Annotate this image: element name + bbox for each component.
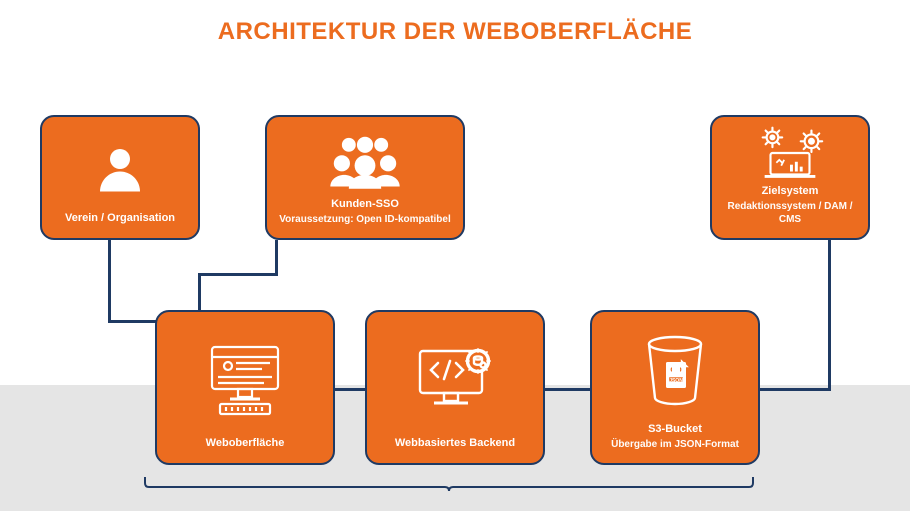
card-sublabel: Voraussetzung: Open ID-kompatibel bbox=[279, 214, 451, 227]
connector bbox=[828, 240, 831, 390]
connector bbox=[540, 388, 595, 391]
grouping-brace bbox=[140, 475, 770, 495]
card-bucket: JSON S3-Bucket Übergabe im JSON-Format bbox=[590, 310, 760, 465]
card-label: Zielsystem bbox=[762, 185, 819, 199]
card-label: Weboberfläche bbox=[206, 437, 285, 451]
card-sso: Kunden-SSO Voraussetzung: Open ID-kompat… bbox=[265, 115, 465, 240]
card-organisation: Verein / Organisation bbox=[40, 115, 200, 240]
gears-laptop-icon bbox=[724, 123, 856, 183]
card-web-ui: Weboberfläche bbox=[155, 310, 335, 465]
desktop-ui-icon bbox=[169, 322, 321, 435]
connector bbox=[108, 240, 111, 320]
code-monitor-icon bbox=[379, 322, 531, 435]
card-label: Verein / Organisation bbox=[65, 212, 175, 226]
svg-text:JSON: JSON bbox=[669, 378, 683, 384]
card-target-system: Zielsystem Redaktionssystem / DAM / CMS bbox=[710, 115, 870, 240]
card-label: S3-Bucket bbox=[648, 423, 702, 437]
users-group-icon bbox=[279, 127, 451, 196]
connector bbox=[198, 273, 278, 276]
bucket-json-icon: JSON bbox=[604, 322, 746, 421]
diagram-stage: Verein / Organisation Kunden-SSO Vorauss… bbox=[0, 0, 910, 511]
card-backend: Webbasiertes Backend bbox=[365, 310, 545, 465]
connector bbox=[330, 388, 370, 391]
card-label: Kunden-SSO bbox=[331, 198, 399, 212]
user-icon bbox=[54, 127, 186, 210]
card-sublabel: Übergabe im JSON-Format bbox=[611, 439, 739, 452]
connector bbox=[755, 388, 831, 391]
connector bbox=[275, 240, 278, 275]
card-sublabel: Redaktionssystem / DAM / CMS bbox=[724, 201, 856, 226]
card-label: Webbasiertes Backend bbox=[395, 437, 515, 451]
